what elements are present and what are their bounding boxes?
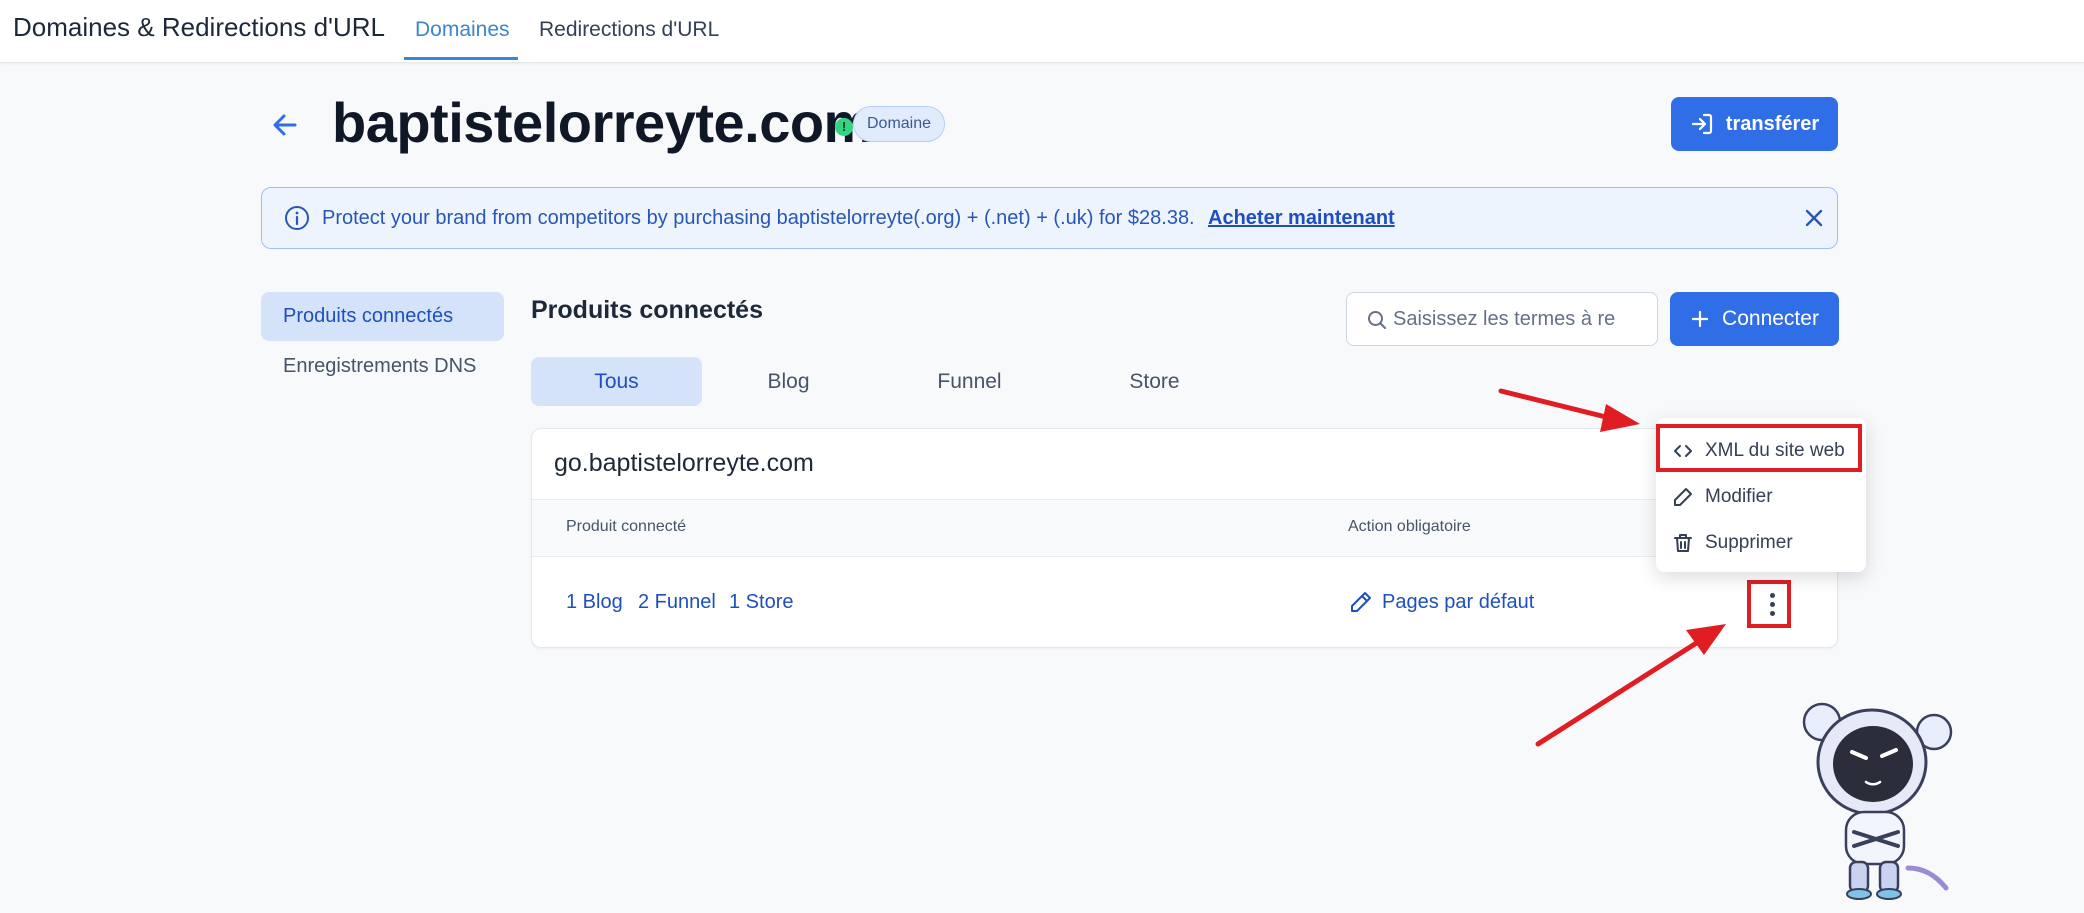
annotation-arrows bbox=[1498, 388, 1726, 747]
annotation-arrow-to-more-button bbox=[1535, 624, 1726, 747]
annotation-arrow-to-menu bbox=[1498, 388, 1640, 432]
mascot-illustration bbox=[1800, 700, 1956, 900]
